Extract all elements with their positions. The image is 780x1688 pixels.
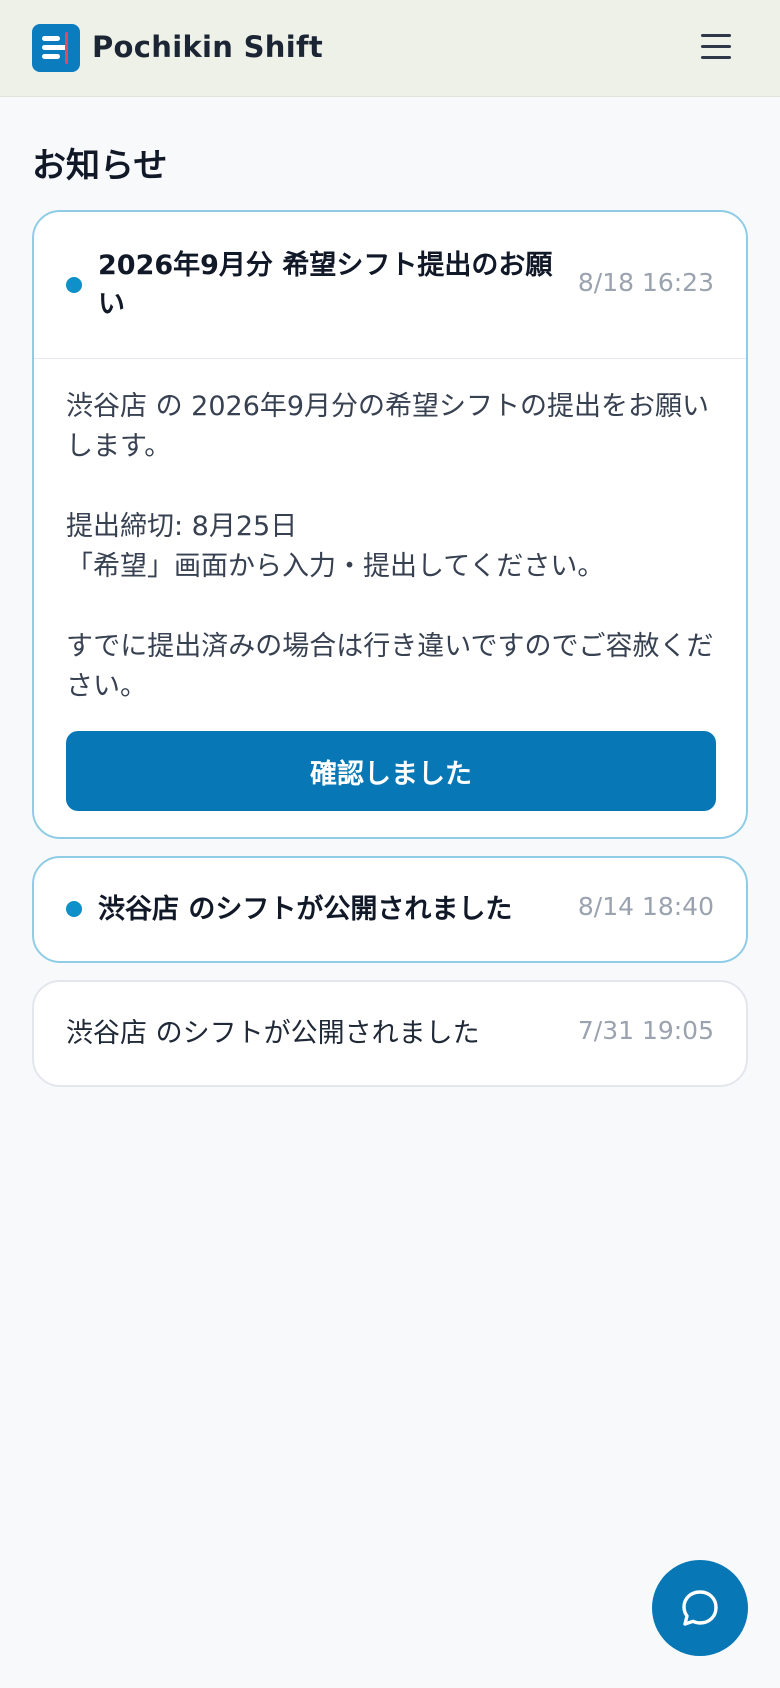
notification-time: 7/31 19:05 <box>577 1016 714 1045</box>
hamburger-menu-icon[interactable] <box>698 28 734 64</box>
notification-card: 2026年9月分 希望シフト提出のお願い 8/18 16:23 渋谷店 の 20… <box>32 210 748 839</box>
chat-button[interactable] <box>652 1560 748 1656</box>
notification-card[interactable]: 渋谷店 のシフトが公開されました 8/14 18:40 <box>32 856 748 963</box>
unread-dot-icon <box>66 277 82 293</box>
notification-title: 渋谷店 のシフトが公開されました <box>66 1018 480 1049</box>
notification-header[interactable]: 渋谷店 のシフトが公開されました 8/14 18:40 <box>34 858 746 961</box>
notification-card[interactable]: 渋谷店 のシフトが公開されました 7/31 19:05 <box>32 980 748 1087</box>
unread-dot-icon <box>66 901 82 917</box>
app-header: Pochikin Shift <box>0 0 780 97</box>
notification-title: 2026年9月分 希望シフト提出のお願い <box>98 250 553 320</box>
app-logo-icon[interactable] <box>32 24 80 72</box>
notification-title: 渋谷店 のシフトが公開されました <box>98 894 513 925</box>
notification-header[interactable]: 2026年9月分 希望シフト提出のお願い 8/18 16:23 <box>34 212 746 358</box>
notification-body: 渋谷店 の 2026年9月分の希望シフトの提出をお願いします。 提出締切: 8月… <box>34 358 746 843</box>
confirm-button[interactable]: 確認しました <box>66 731 716 811</box>
page-title: お知らせ <box>32 146 168 186</box>
notification-time: 8/14 18:40 <box>577 892 714 921</box>
notification-header[interactable]: 渋谷店 のシフトが公開されました 7/31 19:05 <box>34 982 746 1085</box>
notification-time: 8/18 16:23 <box>577 268 714 297</box>
notification-message: 渋谷店 の 2026年9月分の希望シフトの提出をお願いします。 提出締切: 8月… <box>66 391 714 702</box>
chat-bubble-icon <box>682 1590 718 1626</box>
app-title: Pochikin Shift <box>92 30 324 64</box>
